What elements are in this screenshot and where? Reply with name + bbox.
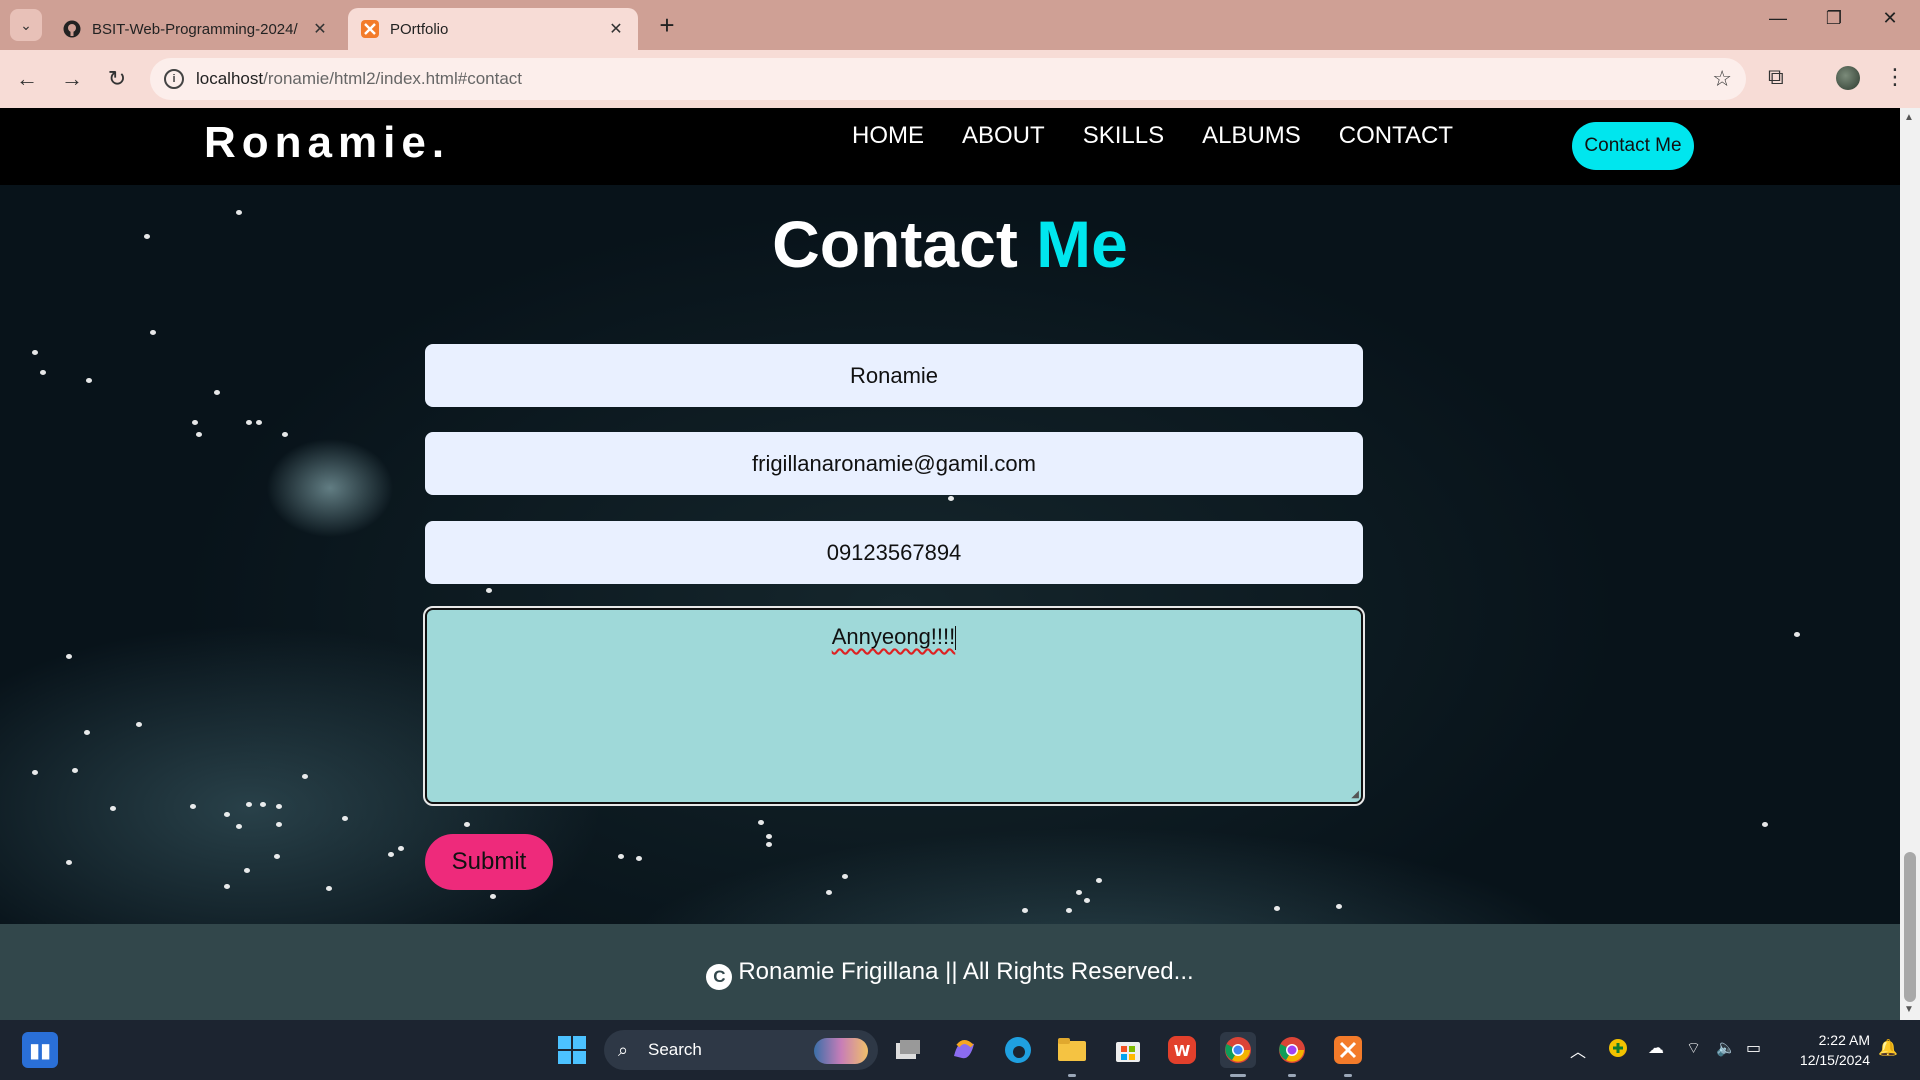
email-input[interactable]: frigillanaronamie@gamil.com bbox=[425, 432, 1363, 495]
address-bar[interactable]: i localhost/ronamie/html2/index.html#con… bbox=[150, 58, 1746, 100]
nav-link-skills[interactable]: SKILLS bbox=[1083, 122, 1164, 150]
contact-section-title: Contact Me bbox=[0, 206, 1900, 282]
chevron-up-icon[interactable]: ︿ bbox=[1570, 1038, 1586, 1062]
site-footer: C Ronamie Frigillana || All Rights Reserv… bbox=[0, 924, 1900, 1020]
clock-date: 12/15/2024 bbox=[1799, 1052, 1870, 1068]
name-input[interactable]: Ronamie bbox=[425, 344, 1363, 407]
search-label: Search bbox=[648, 1040, 702, 1059]
search-icon: ⌕ bbox=[618, 1040, 629, 1060]
site-info-icon[interactable]: i bbox=[164, 69, 184, 89]
browser-toolbar: ← → ↻ i localhost/ronamie/html2/index.ht… bbox=[0, 50, 1920, 108]
close-window-button[interactable]: ✕ bbox=[1870, 8, 1910, 29]
main-nav: HOME ABOUT SKILLS ALBUMS CONTACT bbox=[852, 122, 1491, 150]
webpage-viewport: Ronamie. HOME ABOUT SKILLS ALBUMS CONTAC… bbox=[0, 108, 1900, 1020]
new-tab-button[interactable]: + bbox=[652, 10, 682, 41]
nav-link-about[interactable]: ABOUT bbox=[962, 122, 1045, 150]
copilot-icon[interactable] bbox=[946, 1032, 982, 1068]
url-text[interactable]: localhost/ronamie/html2/index.html#conta… bbox=[196, 69, 522, 89]
microsoft-store-icon[interactable] bbox=[1110, 1032, 1146, 1068]
title-main: Contact bbox=[772, 207, 1018, 281]
site-header: Ronamie. HOME ABOUT SKILLS ALBUMS CONTAC… bbox=[0, 108, 1900, 185]
running-app-indicator bbox=[1068, 1074, 1076, 1077]
widgets-icon[interactable]: ▮▮ bbox=[22, 1032, 58, 1068]
edge-browser-icon[interactable] bbox=[1000, 1032, 1036, 1068]
message-textarea[interactable]: Annyeong!!!! ◢ bbox=[423, 606, 1365, 806]
site-logo[interactable]: Ronamie. bbox=[204, 118, 450, 168]
wifi-icon[interactable]: ⌔ bbox=[1686, 1038, 1701, 1058]
arrow-left-icon: ← bbox=[16, 66, 38, 91]
extensions-icon[interactable]: ⧉ bbox=[1768, 64, 1784, 90]
running-app-indicator bbox=[1344, 1074, 1352, 1077]
browser-tab-strip: ⌄ BSIT-Web-Programming-2024/ ✕ POrtfolio… bbox=[0, 0, 1920, 50]
taskbar-search[interactable]: ⌕ Search bbox=[604, 1030, 878, 1070]
profile-avatar[interactable] bbox=[1836, 66, 1860, 90]
restore-icon: ❐ bbox=[1825, 8, 1843, 28]
search-highlight-image bbox=[814, 1038, 868, 1064]
tray-app-icon[interactable] bbox=[1608, 1038, 1628, 1063]
system-clock[interactable]: 2:22 AM 12/15/2024 bbox=[1778, 1030, 1870, 1070]
phone-input[interactable]: 09123567894 bbox=[425, 521, 1363, 584]
chrome-icon[interactable] bbox=[1220, 1032, 1256, 1068]
svg-text:W: W bbox=[1174, 1042, 1191, 1060]
running-app-indicator bbox=[1288, 1074, 1296, 1077]
more-menu-icon[interactable]: ⋮ bbox=[1884, 64, 1906, 90]
page-scrollbar[interactable]: ▲ ▼ bbox=[1900, 108, 1920, 1020]
plus-icon: + bbox=[659, 10, 675, 40]
volume-icon[interactable]: 🔈 bbox=[1716, 1038, 1736, 1058]
footer-text: Ronamie Frigillana || All Rights Reserve… bbox=[738, 958, 1194, 985]
nav-link-albums[interactable]: ALBUMS bbox=[1202, 122, 1301, 150]
reload-button[interactable]: ↻ bbox=[102, 64, 132, 94]
file-explorer-icon[interactable] bbox=[1054, 1032, 1090, 1068]
arrow-right-icon: → bbox=[61, 66, 83, 91]
minimize-button[interactable]: — bbox=[1758, 8, 1798, 29]
contact-me-button[interactable]: Contact Me bbox=[1572, 122, 1694, 170]
nav-link-home[interactable]: HOME bbox=[852, 122, 924, 150]
copyright-icon: C bbox=[706, 964, 733, 990]
browser-tab-github[interactable]: BSIT-Web-Programming-2024/ ✕ bbox=[50, 8, 342, 50]
scroll-up-icon[interactable]: ▲ bbox=[1904, 112, 1914, 123]
restore-button[interactable]: ❐ bbox=[1814, 8, 1854, 29]
chevron-down-icon: ⌄ bbox=[20, 16, 32, 33]
battery-icon[interactable]: ▭ bbox=[1746, 1038, 1761, 1058]
browser-tab-portfolio[interactable]: POrtfolio ✕ bbox=[348, 8, 638, 50]
tab-title: BSIT-Web-Programming-2024/ bbox=[92, 20, 298, 38]
nav-link-contact[interactable]: CONTACT bbox=[1339, 122, 1453, 150]
task-view-icon[interactable] bbox=[890, 1032, 926, 1068]
resize-handle-icon[interactable]: ◢ bbox=[1351, 789, 1359, 800]
bookmark-star-icon[interactable]: ☆ bbox=[1712, 66, 1732, 92]
windows-start-icon[interactable] bbox=[554, 1032, 590, 1068]
close-icon[interactable]: ✕ bbox=[310, 19, 330, 39]
minimize-icon: — bbox=[1769, 8, 1787, 28]
back-button[interactable]: ← bbox=[12, 64, 42, 94]
wps-office-icon[interactable]: W bbox=[1164, 1032, 1200, 1068]
scroll-down-icon[interactable]: ▼ bbox=[1904, 1004, 1914, 1015]
reload-icon: ↻ bbox=[107, 66, 127, 91]
xampp-icon[interactable] bbox=[1330, 1032, 1366, 1068]
title-accent: Me bbox=[1036, 207, 1128, 281]
clock-time: 2:22 AM bbox=[1818, 1032, 1870, 1048]
tab-title: POrtfolio bbox=[390, 20, 449, 38]
xampp-icon bbox=[360, 19, 380, 39]
close-icon[interactable]: ✕ bbox=[606, 19, 626, 39]
text-caret bbox=[955, 626, 957, 651]
notification-bell-icon[interactable]: 🔔 bbox=[1878, 1038, 1898, 1058]
onedrive-icon[interactable]: ☁ bbox=[1648, 1038, 1664, 1058]
active-app-indicator bbox=[1230, 1074, 1246, 1077]
scrollbar-thumb[interactable] bbox=[1904, 852, 1916, 1002]
tab-search-button[interactable]: ⌄ bbox=[10, 9, 42, 41]
submit-button[interactable]: Submit bbox=[425, 834, 553, 890]
message-text: Annyeong!!!! bbox=[831, 624, 956, 649]
forward-button[interactable]: → bbox=[57, 64, 87, 94]
github-icon bbox=[62, 19, 82, 39]
windows-taskbar: ▮▮ ⌕ Search W ︿ ☁ ⌔ 🔈 ▭ 2:22 AM 12/15/20… bbox=[0, 1020, 1920, 1080]
chrome-profile-icon[interactable] bbox=[1274, 1032, 1310, 1068]
close-icon: ✕ bbox=[1882, 8, 1898, 28]
